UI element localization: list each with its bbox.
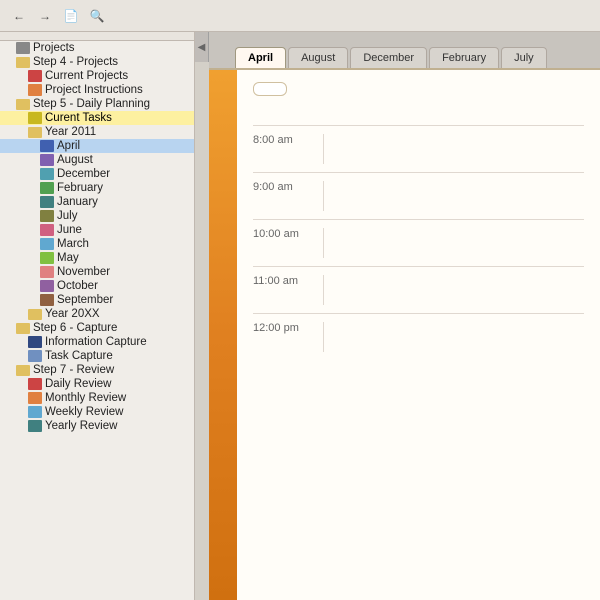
sidebar-item-label: April (57, 140, 80, 152)
time-label-9am: 9:00 am (253, 181, 323, 193)
sidebar-item-monthly-review[interactable]: Monthly Review (0, 391, 194, 405)
sidebar-item-label: Project Instructions (45, 84, 143, 96)
sidebar-item-label: Yearly Review (45, 420, 117, 432)
time-slot-11am: 11:00 am (253, 266, 584, 313)
sidebar-item-september[interactable]: September (0, 293, 194, 307)
sidebar-item-info-capture[interactable]: Information Capture (0, 335, 194, 349)
time-content-11am[interactable] (323, 275, 584, 305)
time-label-8am: 8:00 am (253, 134, 323, 146)
sidebar-item-step6[interactable]: Step 6 - Capture (0, 321, 194, 335)
sidebar-item-label: November (57, 266, 110, 278)
tab-august[interactable]: August (288, 47, 348, 68)
time-label-10am: 10:00 am (253, 228, 323, 240)
new-page-button[interactable]: 📄 (60, 5, 82, 27)
tab-february[interactable]: February (429, 47, 499, 68)
sidebar-item-november[interactable]: November (0, 265, 194, 279)
sidebar-item-label: Step 6 - Capture (33, 322, 117, 334)
sidebar-item-label: August (57, 154, 93, 166)
back-button[interactable]: ← (8, 5, 30, 27)
sidebar-item-label: Daily Review (45, 378, 111, 390)
tab-bar: AprilAugustDecemberFebruaryJuly (209, 32, 600, 68)
sidebar-item-current-tasks[interactable]: Curent Tasks (0, 111, 194, 125)
sidebar-item-label: January (57, 196, 98, 208)
time-content-12pm[interactable] (323, 322, 584, 352)
sidebar-item-label: Monthly Review (45, 392, 126, 404)
sidebar-item-label: June (57, 224, 82, 236)
sidebar-item-label: Projects (33, 42, 75, 54)
sidebar-item-august[interactable]: August (0, 153, 194, 167)
sidebar-item-december[interactable]: December (0, 167, 194, 181)
sidebar-item-label: Step 4 - Projects (33, 56, 118, 68)
toolbar: ← → 📄 🔍 (0, 0, 600, 32)
sidebar-item-label: February (57, 182, 103, 194)
sidebar-item-label: September (57, 294, 113, 306)
time-content-10am[interactable] (323, 228, 584, 258)
sidebar-content: Projects Step 4 - Projects Current Project… (0, 41, 194, 600)
sidebar-item-step7[interactable]: Step 7 - Review (0, 363, 194, 377)
sidebar-item-january[interactable]: January (0, 195, 194, 209)
tab-december[interactable]: December (350, 47, 427, 68)
time-slot-8am: 8:00 am (253, 125, 584, 172)
orange-stripe (209, 70, 237, 600)
time-content-8am[interactable] (323, 134, 584, 164)
sidebar-item-label: October (57, 280, 98, 292)
sidebar-item-label: Step 7 - Review (33, 364, 114, 376)
sidebar-item-label: March (57, 238, 89, 250)
forward-button[interactable]: → (34, 5, 56, 27)
sidebar-item-july[interactable]: July (0, 209, 194, 223)
sidebar-item-current-projects[interactable]: Current Projects (0, 69, 194, 83)
sidebar-item-may[interactable]: May (0, 251, 194, 265)
sidebar-item-task-capture[interactable]: Task Capture (0, 349, 194, 363)
time-label-12pm: 12:00 pm (253, 322, 323, 334)
sidebar-item-label: December (57, 168, 110, 180)
sidebar-header (0, 32, 194, 41)
content-area: 8:00 am 9:00 am 10:00 am 11:00 am 12:00 … (209, 68, 600, 600)
sidebar-item-february[interactable]: February (0, 181, 194, 195)
sidebar-item-label: July (57, 210, 77, 222)
sidebar-item-step4[interactable]: Step 4 - Projects (0, 55, 194, 69)
time-label-11am: 11:00 am (253, 275, 323, 287)
sidebar-item-label: Year 2011 (45, 126, 96, 138)
time-slot-10am: 10:00 am (253, 219, 584, 266)
sidebar-item-daily-review[interactable]: Daily Review (0, 377, 194, 391)
sidebar-item-label: Information Capture (45, 336, 147, 348)
sidebar: Projects Step 4 - Projects Current Project… (0, 32, 195, 600)
sidebar-item-year20xx[interactable]: Year 20XX (0, 307, 194, 321)
search-button[interactable]: 🔍 (86, 5, 108, 27)
sidebar-item-label: Task Capture (45, 350, 113, 362)
sidebar-item-weekly-review[interactable]: Weekly Review (0, 405, 194, 419)
time-content-9am[interactable] (323, 181, 584, 211)
sidebar-item-october[interactable]: October (0, 279, 194, 293)
time-slot-12pm: 12:00 pm (253, 313, 584, 360)
sidebar-item-label: Curent Tasks (45, 112, 112, 124)
sidebar-item-label: Year 20XX (45, 308, 100, 320)
sidebar-item-march[interactable]: March (0, 237, 194, 251)
time-slots: 8:00 am 9:00 am 10:00 am 11:00 am 12:00 … (253, 125, 584, 360)
sidebar-item-label: Step 5 - Daily Planning (33, 98, 150, 110)
sidebar-item-april[interactable]: April (0, 139, 194, 153)
sidebar-collapse-button[interactable]: ◀ (195, 32, 209, 62)
sidebar-item-projects[interactable]: Projects (0, 41, 194, 55)
sidebar-item-june[interactable]: June (0, 223, 194, 237)
sidebar-item-step5[interactable]: Step 5 - Daily Planning (0, 97, 194, 111)
time-slot-9am: 9:00 am (253, 172, 584, 219)
sidebar-item-project-instructions[interactable]: Project Instructions (0, 83, 194, 97)
sidebar-item-label: May (57, 252, 79, 264)
main-area: Projects Step 4 - Projects Current Project… (0, 32, 600, 600)
sidebar-item-label: Current Projects (45, 70, 128, 82)
sidebar-item-year2011[interactable]: Year 2011 (0, 125, 194, 139)
page-title (253, 82, 287, 96)
right-panel: AprilAugustDecemberFebruaryJuly 8:00 am … (209, 32, 600, 600)
page-content[interactable]: 8:00 am 9:00 am 10:00 am 11:00 am 12:00 … (237, 70, 600, 600)
sidebar-item-label: Weekly Review (45, 406, 123, 418)
tab-july[interactable]: July (501, 47, 547, 68)
tab-april[interactable]: April (235, 47, 286, 68)
sidebar-item-yearly-review[interactable]: Yearly Review (0, 419, 194, 433)
